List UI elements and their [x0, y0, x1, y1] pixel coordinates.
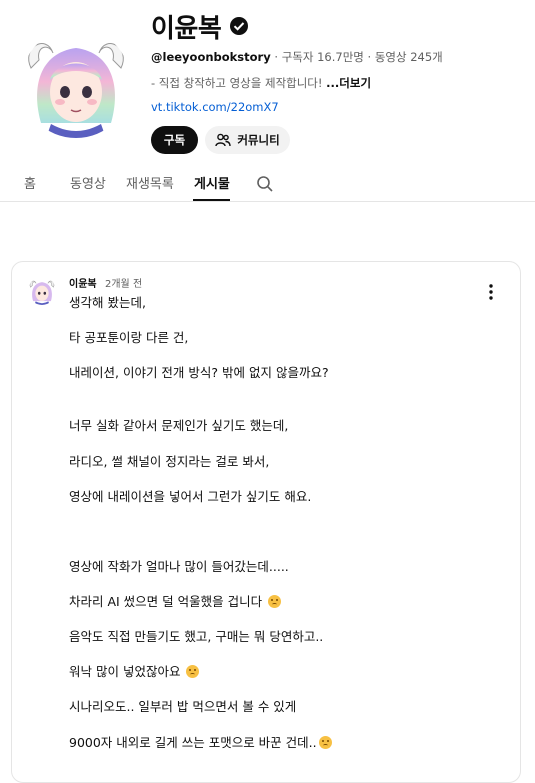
channel-avatar[interactable]	[21, 28, 131, 138]
channel-link[interactable]: vt.tiktok.com/22omX7	[151, 100, 279, 114]
community-post: 이윤복 2개월 전 생각해 봤는데, 타 공포툰이랑 다른 건, 내레이션, 이…	[11, 261, 521, 783]
channel-handle: @leeyoonbokstory	[151, 50, 271, 64]
sad-face-icon	[186, 665, 200, 678]
video-count: 동영상 245개	[374, 50, 443, 64]
channel-description[interactable]: - 직접 창작하고 영상을 제작합니다! ...더보기	[151, 75, 371, 91]
avatar-illustration	[21, 28, 131, 138]
tab-home[interactable]: 홈	[24, 173, 36, 192]
tab-playlists[interactable]: 재생목록	[126, 173, 174, 192]
post-text-line: 음악도 직접 만들기도 했고, 구매는 뭐 당연하고..	[69, 629, 324, 644]
description-text: - 직접 창작하고 영상을 제작합니다!	[151, 76, 323, 90]
separator-dot: ·	[367, 50, 375, 64]
more-options-icon[interactable]	[488, 284, 494, 300]
post-text-line: 9000자 내외로 길게 쓰는 포맷으로 바꾼 건데..	[69, 732, 332, 751]
post-text-line-text: 9000자 내외로 길게 쓰는 포맷으로 바꾼 건데..	[69, 735, 317, 750]
active-tab-indicator	[193, 199, 230, 201]
channel-meta: @leeyoonbokstory · 구독자 16.7만명 · 동영상 245개	[151, 49, 443, 65]
avatar-illustration	[28, 277, 56, 305]
tab-posts[interactable]: 게시물	[194, 173, 230, 192]
community-label: 커뮤니티	[237, 133, 280, 147]
post-author-avatar[interactable]	[28, 277, 56, 305]
more-link[interactable]: ...더보기	[326, 76, 371, 90]
channel-header: 이윤복 @leeyoonbokstory · 구독자 16.7만명 · 동영상 …	[0, 0, 535, 202]
community-button[interactable]: 커뮤니티	[205, 126, 290, 154]
separator-dot: ·	[274, 50, 282, 64]
post-text-line-text: 워낙 많이 넣었잖아요	[69, 664, 181, 679]
channel-tabs: 홈 동영상 재생목록 게시물	[0, 163, 535, 202]
subscribe-button[interactable]: 구독	[151, 126, 198, 154]
tab-videos[interactable]: 동영상	[70, 173, 106, 192]
post-text-line: 내레이션, 이야기 전개 방식? 밖에 없지 않을까요?	[69, 365, 329, 380]
disappointed-face-icon	[318, 736, 332, 749]
verified-icon	[230, 17, 249, 35]
post-text-line-text: 차라리 AI 썼으면 덜 억울했을 겁니다	[69, 594, 263, 609]
post-timestamp[interactable]: 2개월 전	[105, 275, 142, 290]
post-text-line: 영상에 내레이션을 넣어서 그런가 싶기도 해요.	[69, 489, 312, 504]
channel-name: 이윤복	[151, 13, 222, 44]
disappointed-face-icon	[268, 595, 282, 608]
post-text-line: 영상에 작화가 얼마나 많이 들어갔는데.....	[69, 559, 289, 574]
post-text-line: 시나리오도.. 일부러 밥 먹으면서 볼 수 있게	[69, 699, 297, 714]
post-text-line: 라디오, 썰 채널이 정지라는 걸로 봐서,	[69, 454, 270, 469]
people-icon	[215, 133, 232, 147]
post-text-line: 타 공포툰이랑 다른 건,	[69, 330, 189, 345]
post-text-line: 워낙 많이 넣었잖아요	[69, 661, 200, 680]
post-text-line: 차라리 AI 썼으면 덜 억울했을 겁니다	[69, 591, 282, 610]
post-text-line: 생각해 봤는데,	[69, 295, 146, 310]
channel-title-row: 이윤복	[151, 8, 249, 44]
post-text-line: 너무 실화 같아서 문제인가 싶기도 했는데,	[69, 418, 289, 433]
subscriber-count: 구독자 16.7만명	[281, 50, 364, 64]
search-icon[interactable]	[256, 175, 274, 193]
post-author-name[interactable]: 이윤복	[69, 275, 97, 290]
